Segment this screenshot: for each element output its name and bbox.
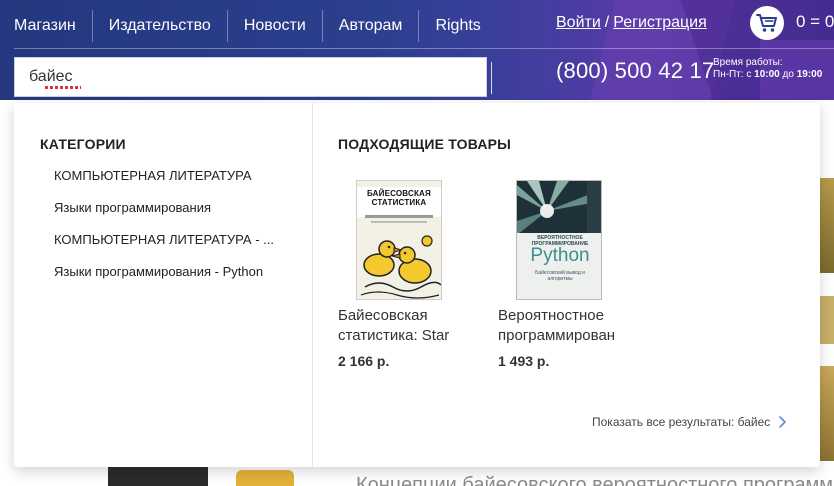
search-input[interactable]	[15, 58, 486, 96]
site-header: Магазин Издательство Новости Авторам Rig…	[0, 0, 834, 100]
main-nav: Магазин Издательство Новости Авторам Rig…	[0, 10, 497, 42]
hours-value: Пн-Пт: с 10:00 до 19:00	[713, 69, 822, 81]
auth-separator: /	[604, 14, 610, 31]
nav-item-authors[interactable]: Авторам	[323, 10, 420, 42]
search-suggestions-dropdown: КАТЕГОРИИ КОМПЬЮТЕРНАЯ ЛИТЕРАТУРА Языки …	[14, 103, 820, 467]
cover-subtitle-line	[371, 221, 427, 223]
product-price: 2 166 р.	[338, 353, 390, 369]
chevron-right-icon	[779, 416, 787, 428]
search-box	[14, 57, 492, 97]
background-book-image	[108, 467, 208, 486]
category-item[interactable]: КОМПЬЮТЕРНАЯ ЛИТЕРАТУРА - ...	[54, 228, 280, 260]
hours-to-word: до	[782, 69, 794, 80]
product-title-line: Вероятностное	[498, 307, 604, 324]
working-hours: Время работы: Пн-Пт: с 10:00 до 19:00	[713, 57, 822, 81]
hours-from: 10:00	[754, 69, 780, 80]
product-cover-probabilistic-programming[interactable]: ВЕРОЯТНОСТНОЕ ПРОГРАММИРОВАНИЕ Python Ба…	[516, 180, 602, 300]
product-card[interactable]: Вероятностное программировани 1 493 р.	[498, 306, 628, 369]
phone-number[interactable]: (800) 500 42 17	[556, 58, 714, 84]
product-card[interactable]: Байесовская статистика: Star 2 166 р.	[338, 306, 468, 369]
light-burst-illustration-icon	[517, 181, 601, 235]
hours-label: Время работы:	[713, 57, 783, 68]
hours-to: 19:00	[796, 69, 823, 80]
nav-item-rights[interactable]: Rights	[419, 10, 496, 42]
products-title: ПОДХОДЯЩИЕ ТОВАРЫ	[338, 136, 512, 152]
nav-item-publishing[interactable]: Издательство	[93, 10, 228, 42]
search-input-edge	[491, 62, 492, 94]
background-heading: Концепции байесовского вероятностного пр…	[356, 474, 834, 486]
product-title[interactable]: Байесовская статистика: Star	[338, 306, 456, 346]
category-list: КОМПЬЮТЕРНАЯ ЛИТЕРАТУРА Языки программир…	[54, 164, 304, 292]
show-all-results-link[interactable]: Показать все результаты: байес	[592, 415, 787, 429]
product-title-line: программировани	[498, 327, 616, 344]
product-title-line: статистика: Star	[338, 327, 450, 344]
background-book-image	[236, 470, 294, 486]
cover-subtitle-line	[365, 215, 433, 218]
cart-button[interactable]	[750, 6, 784, 40]
login-link[interactable]: Войти	[556, 14, 601, 31]
product-price: 1 493 р.	[498, 353, 550, 369]
hours-days: Пн-Пт: с	[713, 69, 752, 80]
register-link[interactable]: Регистрация	[613, 14, 707, 31]
show-all-label: Показать все результаты: байес	[592, 415, 771, 429]
product-title-line: Байесовская	[338, 307, 428, 324]
nav-item-news[interactable]: Новости	[228, 10, 323, 42]
dropdown-divider	[312, 103, 313, 467]
cart-summary[interactable]: 0 = 0	[796, 12, 834, 32]
background-book-image	[818, 296, 834, 344]
categories-title: КАТЕГОРИИ	[40, 136, 126, 152]
auth-links: Войти / Регистрация	[556, 14, 707, 32]
cover-title: БАЙЕСОВСКАЯ СТАТИСТИКА	[367, 189, 431, 207]
product-title[interactable]: Вероятностное программировани	[498, 306, 616, 346]
background-book-image	[818, 366, 834, 461]
category-item[interactable]: КОМПЬЮТЕРНАЯ ЛИТЕРАТУРА	[54, 164, 280, 196]
nav-item-shop[interactable]: Магазин	[0, 10, 93, 42]
duck-illustration-icon	[360, 235, 441, 299]
category-item[interactable]: Языки программирования - Python	[54, 260, 280, 292]
background-book-image	[818, 178, 834, 273]
cart-icon	[756, 14, 777, 32]
product-cover-bayesian-statistics[interactable]: БАЙЕСОВСКАЯ СТАТИСТИКА	[356, 180, 442, 300]
header-divider	[14, 48, 834, 49]
category-item[interactable]: Языки программирования	[54, 196, 280, 228]
cover-python-word: Python	[530, 245, 590, 266]
spellcheck-underline	[45, 86, 81, 89]
cover-subtitle: Байесовский вывод и алгоритмы	[535, 270, 585, 282]
